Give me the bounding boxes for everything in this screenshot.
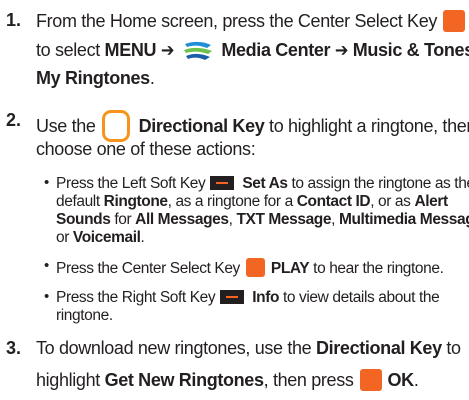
play-label: PLAY	[270, 260, 310, 277]
step-2-line-2: choose one of these actions:	[36, 139, 256, 159]
set-as-label: Set As	[242, 175, 288, 192]
left-soft-key-icon	[210, 176, 235, 190]
step-3-line-1: To download new ringtones, use the Direc…	[36, 338, 461, 358]
text: Press the Left Soft Key	[56, 175, 206, 192]
step-number: 2.	[6, 110, 22, 130]
arrow-icon: ➔	[160, 40, 175, 60]
list-item-line: Press the Right Soft Key Info to view det…	[56, 289, 469, 307]
step-text: choose one of these actions:	[36, 139, 256, 159]
text: to assign the ringtone as the	[291, 175, 469, 192]
text: , or as	[370, 193, 411, 210]
step-text: Use the	[36, 116, 96, 136]
directional-key-label: Directional Key	[138, 116, 265, 136]
list-item-text: Press the Right Soft Key Info to view det…	[56, 289, 469, 325]
text: default	[56, 193, 100, 210]
ringtone-label: Ringtone	[103, 193, 168, 210]
list-item-line: or Voicemail.	[56, 229, 469, 247]
contact-id-label: Contact ID	[296, 193, 371, 210]
bullet: •	[44, 288, 49, 305]
step-2-line-1: Use the Directional Key to highlight a ri…	[36, 110, 469, 142]
text: to hear the ringtone.	[313, 260, 444, 277]
step-3-line-2: highlight Get New Ringtones, then press O…	[36, 369, 419, 391]
arrow-icon: ➔	[334, 40, 349, 60]
text: ringtone.	[56, 307, 113, 324]
text: Press the Center Select Key	[56, 260, 240, 277]
list-item-line: Sounds for All Messages, TXT Message, Mu…	[56, 211, 469, 229]
alert-label: Alert	[414, 193, 448, 210]
voicemail-label: Voicemail	[72, 229, 141, 246]
media-center-icon	[183, 41, 212, 60]
text: Press the Right Soft Key	[56, 289, 216, 306]
directional-key-label: Directional Key	[315, 338, 442, 358]
step-number: 1.	[6, 10, 22, 30]
text: .	[140, 229, 145, 246]
bullet: •	[44, 174, 49, 191]
step-text: , then press	[263, 370, 354, 390]
step-1-line-1: From the Home screen, press the Center S…	[36, 10, 469, 32]
list-item-line: Press the Left Soft Key Set As to assign …	[56, 175, 469, 193]
step-number: 3.	[6, 338, 22, 358]
list-item-line: default Ringtone, as a ringtone for a Co…	[56, 193, 469, 211]
step-text: From the Home screen, press the Center S…	[36, 11, 438, 31]
my-ringtones-label: My Ringtones	[36, 68, 150, 88]
instructions-page: 1. From the Home screen, press the Cente…	[0, 0, 469, 400]
sounds-label: Sounds	[56, 211, 111, 228]
directional-key-icon	[101, 110, 130, 142]
center-select-key-icon	[359, 369, 382, 391]
list-item-line: Press the Center Select Key PLAY to hear …	[56, 258, 469, 278]
step-1-line-3: My Ringtones.	[36, 68, 155, 88]
bullet: •	[44, 257, 49, 274]
multimedia-message-label: Multimedia Message	[338, 211, 469, 228]
punctuation: .	[413, 370, 419, 390]
right-soft-key-icon	[220, 290, 245, 304]
step-text: to highlight a ringtone, then	[269, 116, 469, 136]
text: to view details about the	[283, 289, 440, 306]
text: or	[56, 229, 69, 246]
ok-label: OK	[387, 370, 415, 390]
step-text: to	[446, 338, 461, 358]
list-item-text: Press the Left Soft Key Set As to assign …	[56, 175, 469, 247]
step-text: To download new ringtones, use the	[36, 338, 312, 358]
text: for	[114, 211, 132, 228]
step-text: to select	[36, 40, 100, 60]
all-messages-label: All Messages	[135, 211, 229, 228]
menu-label: MENU	[104, 40, 157, 60]
step-1-line-2: to select MENU ➔ Media Center ➔ Music & …	[36, 39, 469, 61]
music-tones-label: Music & Tones	[352, 40, 469, 60]
center-select-key-icon	[443, 10, 466, 32]
text: ,	[331, 211, 336, 228]
text: ,	[228, 211, 233, 228]
get-new-ringtones-label: Get New Ringtones	[104, 370, 264, 390]
text: , as a ringtone for a	[167, 193, 294, 210]
txt-message-label: TXT Message	[236, 211, 332, 228]
list-item-line: ringtone.	[56, 307, 469, 325]
info-label: Info	[252, 289, 280, 306]
punctuation: .	[149, 68, 155, 88]
center-select-key-icon	[245, 258, 265, 277]
list-item-text: Press the Center Select Key PLAY to hear …	[56, 258, 469, 278]
step-text: highlight	[36, 370, 100, 390]
media-center-label: Media Center	[221, 40, 331, 60]
